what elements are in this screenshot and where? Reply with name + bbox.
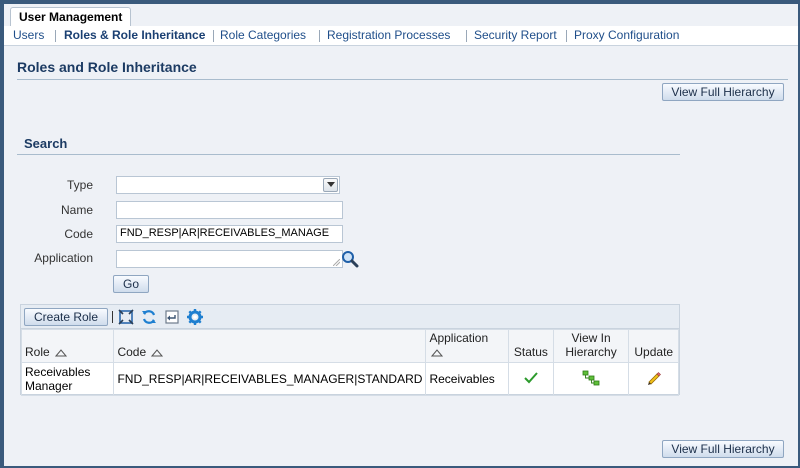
view-full-hierarchy-button-bottom[interactable]: View Full Hierarchy bbox=[662, 440, 784, 458]
subnav-role-categories[interactable]: Role Categories bbox=[220, 28, 306, 42]
subnav-roles[interactable]: Roles & Role Inheritance bbox=[64, 28, 205, 42]
search-section-title: Search bbox=[24, 136, 68, 151]
app-tab-user-management[interactable]: User Management bbox=[10, 7, 132, 27]
sort-ascending-icon[interactable] bbox=[151, 349, 164, 357]
create-role-button[interactable]: Create Role bbox=[24, 308, 108, 326]
column-header-code[interactable]: Code bbox=[113, 329, 427, 363]
sort-ascending-icon[interactable] bbox=[55, 349, 68, 357]
subnav-security-report[interactable]: Security Report bbox=[474, 28, 557, 42]
cell-application: Receivables bbox=[425, 362, 510, 396]
subnav-separator bbox=[213, 30, 214, 42]
pencil-icon[interactable] bbox=[646, 370, 662, 386]
cell-code: FND_RESP|AR|RECEIVABLES_MANAGER|STANDARD bbox=[113, 362, 427, 396]
chevron-down-icon[interactable] bbox=[323, 178, 338, 192]
gear-icon[interactable] bbox=[187, 309, 203, 325]
application-label: Application bbox=[34, 251, 93, 265]
code-input[interactable]: FND_RESP|AR|RECEIVABLES_MANAGE bbox=[116, 225, 343, 243]
page-frame: User Management Users Roles & Role Inher… bbox=[4, 4, 798, 466]
application-input[interactable] bbox=[116, 250, 343, 268]
view-full-hierarchy-button-top[interactable]: View Full Hierarchy bbox=[662, 83, 784, 101]
revert-icon[interactable] bbox=[164, 309, 180, 325]
column-header-update: Update bbox=[628, 329, 679, 363]
cell-role: Receivables Manager bbox=[20, 362, 115, 396]
toolbar-separator bbox=[112, 311, 113, 323]
search-icon[interactable] bbox=[341, 250, 359, 268]
header-row: Role Code Application Status View In Hie… bbox=[20, 329, 679, 363]
subnav-separator bbox=[566, 30, 567, 42]
type-select[interactable] bbox=[116, 176, 340, 194]
column-header-role[interactable]: Role bbox=[20, 329, 115, 363]
subnav-users[interactable]: Users bbox=[13, 28, 44, 42]
column-header-view-in-hierarchy: View In Hierarchy bbox=[552, 329, 630, 363]
refresh-icon[interactable] bbox=[141, 309, 157, 325]
results-table: Create Role Role Code Application Status… bbox=[20, 304, 680, 396]
results-grid: Role Code Application Status View In Hie… bbox=[20, 329, 679, 396]
subnav-registration-processes[interactable]: Registration Processes bbox=[327, 28, 450, 42]
name-input[interactable] bbox=[116, 201, 343, 219]
column-header-role-label: Role bbox=[25, 345, 50, 359]
table-row: Receivables Manager FND_RESP|AR|RECEIVAB… bbox=[20, 362, 679, 396]
cell-status bbox=[508, 362, 554, 396]
cell-view-in-hierarchy bbox=[552, 362, 630, 396]
detach-icon[interactable] bbox=[118, 309, 134, 325]
column-header-status: Status bbox=[508, 329, 554, 363]
subnav-proxy-configuration[interactable]: Proxy Configuration bbox=[574, 28, 679, 42]
cell-update bbox=[628, 362, 679, 396]
code-label: Code bbox=[64, 227, 93, 241]
subnav-separator bbox=[466, 30, 467, 42]
subnav-separator bbox=[55, 30, 56, 42]
column-header-application[interactable]: Application bbox=[425, 329, 510, 363]
subnav: Users Roles & Role Inheritance Role Cate… bbox=[4, 26, 798, 46]
hierarchy-icon[interactable] bbox=[582, 370, 600, 386]
search-divider bbox=[17, 154, 680, 155]
resize-grip-icon bbox=[333, 259, 340, 266]
title-divider bbox=[17, 79, 788, 80]
results-toolbar: Create Role bbox=[21, 305, 679, 329]
column-header-code-label: Code bbox=[117, 345, 147, 359]
go-button[interactable]: Go bbox=[113, 275, 149, 293]
type-label: Type bbox=[66, 178, 93, 192]
sort-ascending-icon[interactable] bbox=[431, 349, 444, 357]
checkmark-icon bbox=[524, 371, 538, 383]
column-header-application-label: Application bbox=[429, 331, 489, 345]
page-title: Roles and Role Inheritance bbox=[17, 59, 197, 75]
name-label: Name bbox=[60, 203, 93, 217]
subnav-separator bbox=[319, 30, 320, 42]
